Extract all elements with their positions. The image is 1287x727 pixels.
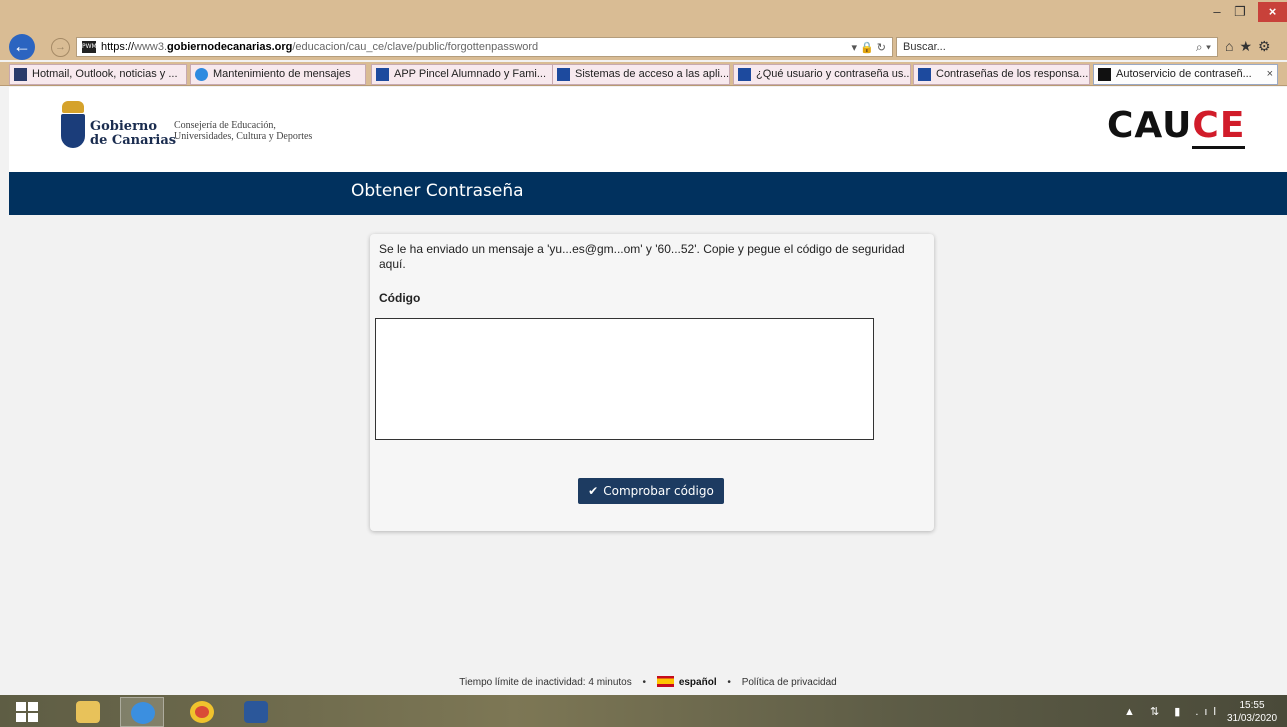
inactivity-timeout-text: Tiempo límite de inactividad: 4 minutos — [459, 677, 632, 688]
url-path: /educacion/cau_ce/clave/public/forgotten… — [292, 41, 539, 53]
search-icon[interactable]: ⌕ ▾ — [1196, 40, 1211, 55]
code-input[interactable] — [375, 318, 874, 440]
word-icon[interactable] — [234, 697, 278, 727]
tab-label: APP Pincel Alumnado y Fami... — [394, 68, 547, 80]
separator: • — [642, 677, 647, 688]
tab-label: Hotmail, Outlook, noticias y ... — [32, 68, 178, 80]
separator: • — [727, 677, 731, 688]
restore-button[interactable]: ❐ — [1226, 2, 1254, 22]
tab-autoservicio[interactable]: Autoservicio de contraseñ... × — [1093, 64, 1278, 85]
tab-label: ¿Qué usuario y contraseña us... — [756, 68, 911, 80]
clock-time: 15:55 — [1239, 700, 1265, 711]
cauce-logo: CAUCE — [1107, 105, 1246, 149]
close-tab-icon[interactable]: × — [1267, 65, 1273, 84]
gov-name: Gobierno de Canarias — [90, 120, 176, 148]
internet-explorer-icon[interactable] — [120, 697, 164, 727]
tab-contrasenas[interactable]: Contraseñas de los responsa... — [913, 64, 1090, 85]
url-scheme: https:// — [101, 41, 135, 53]
search-input[interactable]: Buscar... ⌕ ▾ — [896, 37, 1218, 57]
check-icon: ✔ — [588, 484, 599, 498]
forward-button[interactable]: → — [51, 38, 70, 57]
clock[interactable]: 15:55 31/03/2020 — [1222, 699, 1282, 725]
verify-code-button[interactable]: ✔ Comprobar código — [578, 478, 724, 504]
sent-message-text: Se le ha enviado un mensaje a 'yu...es@g… — [379, 242, 905, 271]
gobcan-icon — [557, 68, 570, 81]
tab-label: Contraseñas de los responsa... — [936, 68, 1089, 80]
tab-mantenimiento[interactable]: Mantenimiento de mensajes — [190, 64, 366, 85]
web-page: Gobierno de Canarias Consejería de Educa… — [9, 87, 1287, 695]
logo-main: CAU — [1107, 105, 1193, 146]
gobierno-canarias-crest-icon — [59, 101, 87, 149]
window-titlebar: – ❐ × — [0, 0, 1287, 34]
site-header: Gobierno de Canarias Consejería de Educa… — [9, 87, 1287, 172]
file-explorer-icon[interactable] — [66, 697, 110, 727]
home-favorites-settings-icon[interactable]: ⌂★⚙ — [1225, 38, 1277, 55]
footer: Tiempo límite de inactividad: 4 minutos … — [9, 676, 1287, 688]
department-name: Consejería de Educación, Universidades, … — [174, 120, 312, 142]
system-tray-icons[interactable]: ▲ ⇅ ▮ .ıl — [1124, 705, 1222, 718]
department-line1: Consejería de Educación, — [174, 120, 276, 131]
gobcan-icon — [376, 68, 389, 81]
page-title: Obtener Contraseña — [351, 181, 524, 201]
spain-flag-icon — [656, 676, 674, 687]
department-line2: Universidades, Cultura y Deportes — [174, 131, 313, 142]
language-selector[interactable]: español — [679, 677, 717, 688]
gobcan-icon — [918, 68, 931, 81]
tab-sistemas[interactable]: Sistemas de acceso a las apli... — [552, 64, 730, 85]
url-domain: gobiernodecanarias.org — [167, 41, 293, 53]
url-subdomain: www3. — [134, 41, 168, 53]
address-bar[interactable]: PWM https://www3.gobiernodecanarias.org/… — [76, 37, 893, 57]
clock-date: 31/03/2020 — [1226, 713, 1278, 724]
gov-name-line2: de Canarias — [90, 133, 177, 148]
code-card: Se le ha enviado un mensaje a 'yu...es@g… — [370, 234, 934, 531]
pwm-icon — [1098, 68, 1111, 81]
tab-label: Sistemas de acceso a las apli... — [575, 68, 730, 80]
navigation-bar: ← → PWM https://www3.gobiernodecanarias.… — [0, 34, 1287, 60]
tab-bar: Hotmail, Outlook, noticias y ... Manteni… — [0, 62, 1287, 86]
url-text[interactable]: https://www3.gobiernodecanarias.org/educ… — [101, 41, 538, 53]
lock-refresh-icon[interactable]: ▾ 🔒 ↻ — [851, 41, 886, 54]
windows-taskbar: ▲ ⇅ ▮ .ıl 15:55 31/03/2020 — [0, 695, 1287, 727]
title-band: Obtener Contraseña — [9, 172, 1287, 215]
tab-pincel[interactable]: APP Pincel Alumnado y Fami... — [371, 64, 563, 85]
code-label: Código — [379, 291, 421, 305]
gobcan-icon — [738, 68, 751, 81]
close-window-button[interactable]: × — [1258, 2, 1287, 22]
msn-icon — [14, 68, 27, 81]
privacy-policy-link[interactable]: Política de privacidad — [742, 677, 837, 688]
tab-label: Mantenimiento de mensajes — [213, 68, 351, 80]
tab-que-usuario[interactable]: ¿Qué usuario y contraseña us... — [733, 64, 911, 85]
tab-hotmail[interactable]: Hotmail, Outlook, noticias y ... — [9, 64, 187, 85]
site-favicon-icon: PWM — [82, 41, 97, 53]
logo-accent: CE — [1192, 105, 1246, 149]
ie-icon — [195, 68, 208, 81]
windows-start-icon[interactable] — [16, 702, 38, 722]
chrome-icon[interactable] — [180, 697, 224, 727]
search-placeholder: Buscar... — [903, 41, 946, 53]
gov-name-line1: Gobierno — [90, 119, 158, 134]
tab-label: Autoservicio de contraseñ... — [1116, 68, 1252, 80]
back-button[interactable]: ← — [9, 34, 35, 60]
verify-code-label: Comprobar código — [603, 484, 714, 498]
